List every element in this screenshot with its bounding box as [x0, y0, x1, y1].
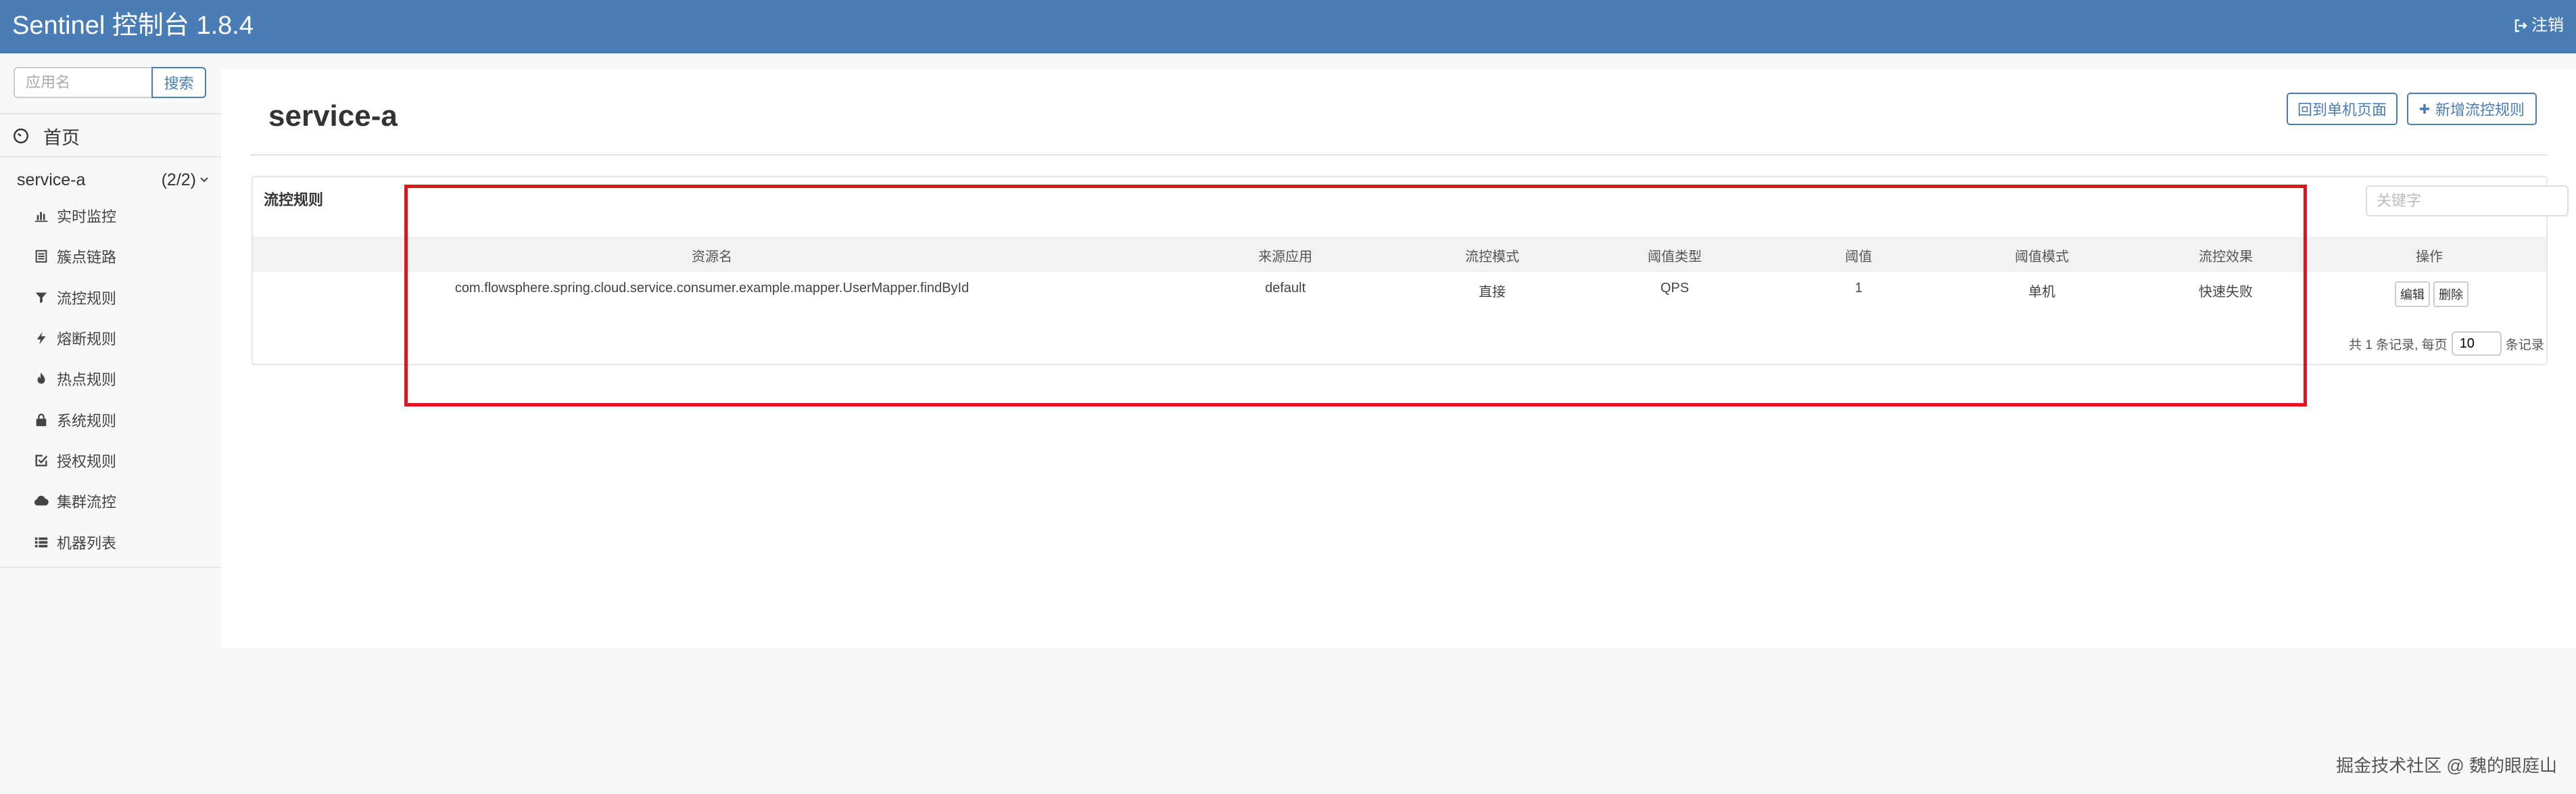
column-header-cluster-mode[interactable]: 阈值模式 — [2015, 246, 2069, 265]
pager-total-text: 共 1 条记录, 每页 — [2349, 337, 2448, 352]
sidebar-item-label: 熔断规则 — [57, 331, 117, 348]
cell-control-behavior: 快速失败 — [2199, 285, 2253, 300]
main-panel: service-a 回到单机页面 新增流控规则 流控规则 资源名 来源应用 流控… — [221, 69, 2576, 647]
sidebar-divider — [0, 567, 221, 568]
chevron-down-icon — [200, 177, 208, 183]
watermark: 掘金技术社区 @ 魏的眼庭山 — [2336, 755, 2557, 776]
column-header-control-behavior[interactable]: 流控效果 — [2199, 246, 2253, 265]
sidebar-item-label: 首页 — [43, 127, 80, 148]
sidebar-item-param-flow-rules[interactable]: 热点规则 — [34, 358, 216, 399]
cloud-icon — [34, 496, 49, 506]
cell-limit-app: default — [1264, 281, 1306, 296]
edit-rule-button[interactable]: 编辑 — [2395, 281, 2430, 307]
cell-grade: QPS — [1660, 281, 1690, 296]
back-to-machine-button[interactable]: 回到单机页面 — [2287, 93, 2398, 125]
list-icon — [35, 250, 47, 263]
sidebar-divider — [0, 156, 221, 158]
add-flow-rule-label: 新增流控规则 — [2435, 101, 2525, 118]
flash-icon — [37, 331, 46, 345]
lock-icon — [36, 413, 47, 426]
sidebar-item-label: 集群流控 — [57, 494, 117, 511]
app-machine-count: (2/2) — [162, 170, 210, 190]
title-divider — [250, 154, 2548, 156]
check-square-icon — [35, 454, 48, 467]
sidebar-item-authority-rules[interactable]: 授权规则 — [34, 440, 216, 481]
sidebar-item-label: 授权规则 — [57, 452, 117, 470]
panel-title: 流控规则 — [264, 191, 324, 208]
fire-icon — [37, 373, 45, 384]
app-search-input[interactable] — [14, 67, 151, 98]
add-flow-rule-button[interactable]: 新增流控规则 — [2407, 93, 2537, 125]
sidebar-app-service-a[interactable]: service-a (2/2) — [17, 166, 210, 194]
pager-suffix-text: 条记录 — [2505, 337, 2544, 352]
sidebar-item-machine-list[interactable]: 机器列表 — [34, 521, 216, 562]
sidebar-item-home[interactable]: 首页 — [12, 120, 80, 152]
sidebar-item-label: 机器列表 — [57, 534, 117, 552]
app-search-button[interactable]: 搜索 — [151, 67, 206, 98]
column-header-actions: 操作 — [2416, 250, 2443, 264]
top-navbar: Sentinel 控制台 1.8.4 注销 — [0, 0, 2576, 53]
column-header-strategy[interactable]: 流控模式 — [1465, 246, 1519, 265]
column-header-count[interactable]: 阈值 — [1845, 246, 1872, 265]
keyword-search-input[interactable] — [2366, 185, 2569, 216]
app-count-text: (2/2) — [161, 170, 196, 189]
column-header-limit-app[interactable]: 来源应用 — [1258, 246, 1312, 265]
page-size-input[interactable] — [2451, 331, 2502, 356]
sidebar-item-system-rules[interactable]: 系统规则 — [34, 399, 216, 440]
cell-strategy: 直接 — [1479, 285, 1506, 300]
sidebar-item-label: 簇点链路 — [57, 249, 117, 266]
cell-count: 1 — [1855, 281, 1863, 296]
plus-icon — [2419, 103, 2430, 114]
logout-link[interactable]: 注销 — [2512, 14, 2564, 38]
delete-rule-button[interactable]: 删除 — [2433, 281, 2468, 307]
sidebar-item-flow-rules[interactable]: 流控规则 — [34, 277, 216, 318]
column-header-resource[interactable]: 资源名 — [692, 246, 732, 265]
cell-resource: com.flowsphere.spring.cloud.service.cons… — [454, 281, 970, 296]
sidebar-item-degrade-rules[interactable]: 熔断规则 — [34, 318, 216, 358]
app-menu: 实时监控 簇点链路 流控规则 熔断规则 热点规则 系统规则 授权规则 集群流控 … — [34, 195, 216, 563]
pagination: 共 1 条记录, 每页 条记录 — [2349, 331, 2544, 356]
brand-title[interactable]: Sentinel 控制台 1.8.4 — [12, 8, 254, 43]
column-header-grade[interactable]: 阈值类型 — [1648, 246, 1702, 265]
sidebar-item-label: 实时监控 — [57, 208, 117, 226]
table-row: com.flowsphere.spring.cloud.service.cons… — [253, 272, 2546, 312]
app-search: 搜索 — [14, 67, 206, 98]
sidebar-item-cluster-link[interactable]: 簇点链路 — [34, 236, 216, 277]
logout-label: 注销 — [2531, 16, 2564, 34]
sidebar-item-cluster-flow[interactable]: 集群流控 — [34, 481, 216, 521]
app-name: service-a — [17, 170, 86, 189]
flow-rules-panel: 流控规则 资源名 来源应用 流控模式 阈值类型 阈值 阈值模式 流控效果 操作 … — [252, 176, 2569, 365]
sidebar: 搜索 首页 service-a (2/2) 实时监控 簇点链路 — [0, 53, 221, 568]
sign-out-icon — [2514, 19, 2527, 32]
filter-icon — [35, 292, 47, 303]
sidebar-item-label: 系统规则 — [57, 412, 117, 429]
page-title: service-a — [268, 99, 398, 133]
cell-cluster-mode: 单机 — [2028, 285, 2055, 300]
sidebar-item-label: 热点规则 — [57, 371, 117, 389]
sidebar-divider — [0, 113, 221, 114]
row-actions: 编辑 删除 — [2395, 281, 2468, 307]
table-header: 资源名 来源应用 流控模式 阈值类型 阈值 阈值模式 流控效果 操作 — [253, 237, 2546, 272]
bar-chart-icon — [34, 212, 48, 223]
sidebar-item-realtime-monitor[interactable]: 实时监控 — [34, 195, 216, 236]
sidebar-item-label: 流控规则 — [57, 289, 117, 307]
list-icon — [34, 537, 48, 547]
dashboard-icon — [14, 129, 28, 143]
